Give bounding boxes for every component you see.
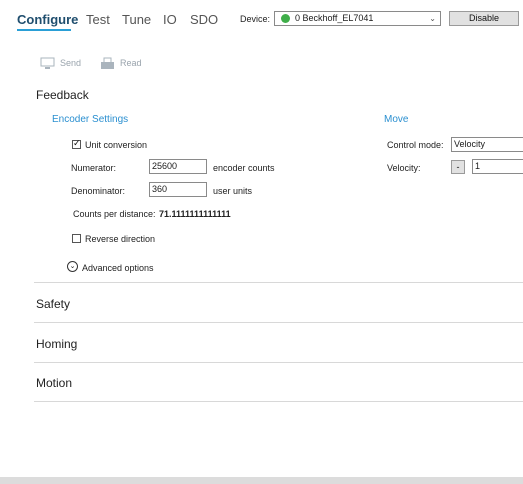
tab-test[interactable]: Test xyxy=(86,12,110,27)
send-icon xyxy=(40,57,55,69)
tab-configure[interactable]: Configure xyxy=(17,12,78,27)
control-mode-label: Control mode: xyxy=(387,140,444,150)
send-label: Send xyxy=(60,57,82,68)
denominator-label: Denominator: xyxy=(71,186,126,196)
safety-section-header[interactable]: Safety xyxy=(36,297,70,311)
expand-circle-icon[interactable]: ⌄ xyxy=(67,261,78,272)
reverse-direction-checkbox[interactable] xyxy=(72,234,81,243)
numerator-input[interactable]: 25600 xyxy=(149,159,207,174)
disable-button[interactable]: Disable xyxy=(449,11,519,26)
denominator-unit: user units xyxy=(213,186,253,196)
feedback-title[interactable]: Feedback xyxy=(36,88,89,102)
section-divider xyxy=(34,362,523,363)
denominator-input[interactable]: 360 xyxy=(149,182,207,197)
read-icon xyxy=(101,57,114,69)
counts-per-distance-label: Counts per distance: xyxy=(73,209,156,219)
section-divider xyxy=(34,282,523,283)
advanced-options-toggle[interactable]: Advanced options xyxy=(82,263,154,273)
active-tab-indicator xyxy=(17,29,71,31)
read-label: Read xyxy=(120,57,142,68)
device-label: Device: xyxy=(240,14,271,24)
tab-sdo[interactable]: SDO xyxy=(190,12,218,27)
unit-conversion-label: Unit conversion xyxy=(85,140,148,150)
unit-conversion-checkbox[interactable]: ✓ xyxy=(72,138,81,149)
encoder-settings-heading: Encoder Settings xyxy=(52,114,129,125)
move-heading: Move xyxy=(384,114,409,125)
tab-tune[interactable]: Tune xyxy=(122,12,151,27)
numerator-label: Numerator: xyxy=(71,163,117,173)
counts-per-distance-value: 71.1111111111111 xyxy=(159,209,231,219)
section-divider xyxy=(34,401,523,402)
section-divider xyxy=(34,322,523,323)
motion-section-header[interactable]: Motion xyxy=(36,376,72,390)
device-selected-value: 0 Beckhoff_EL7041 xyxy=(295,13,374,23)
velocity-label: Velocity: xyxy=(387,163,421,173)
numerator-unit: encoder counts xyxy=(213,163,275,173)
homing-section-header[interactable]: Homing xyxy=(36,337,77,351)
device-status-icon xyxy=(281,14,290,23)
read-button[interactable]: Read xyxy=(100,57,142,70)
chevron-down-icon: ⌄ xyxy=(429,14,436,23)
checkmark-icon: ✓ xyxy=(73,138,81,148)
send-button[interactable]: Send xyxy=(40,57,81,70)
control-mode-select[interactable]: Velocity xyxy=(451,137,523,152)
velocity-input[interactable]: 1 xyxy=(472,159,523,174)
device-select[interactable]: 0 Beckhoff_EL7041 ⌄ xyxy=(274,11,441,26)
horizontal-scrollbar[interactable] xyxy=(0,477,523,484)
reverse-direction-label: Reverse direction xyxy=(85,234,156,244)
velocity-decrement-button[interactable]: - xyxy=(451,160,465,174)
tab-io[interactable]: IO xyxy=(163,12,177,27)
